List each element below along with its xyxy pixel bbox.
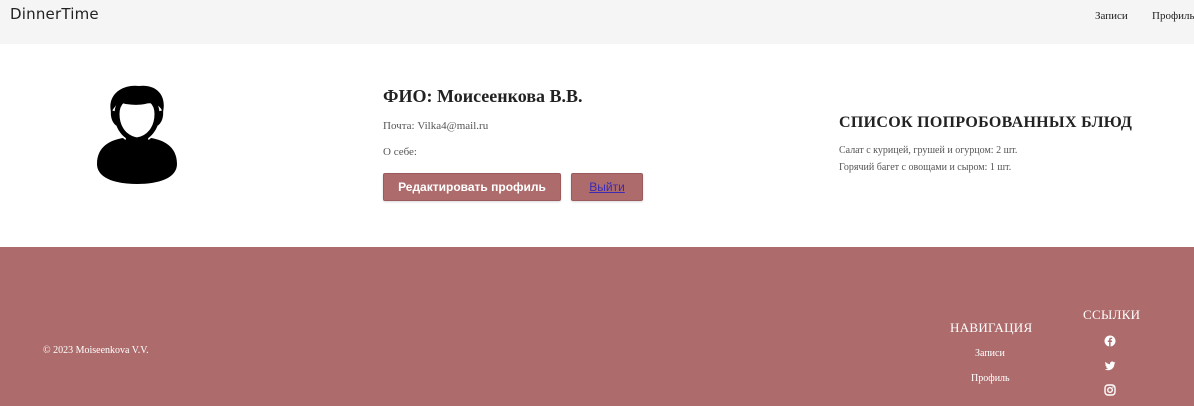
footer-links-title: ССЫЛКИ bbox=[1083, 307, 1141, 322]
profile-fio: ФИО: Моисеенкова В.В. bbox=[383, 86, 583, 106]
copyright: © 2023 Moiseenkova V.V. bbox=[43, 345, 149, 356]
logout-button[interactable]: Выйти bbox=[571, 173, 643, 201]
edit-profile-button[interactable]: Редактировать профиль bbox=[383, 173, 561, 201]
footer-link-records[interactable]: Записи bbox=[975, 348, 1005, 359]
tried-dish-item: Салат с курицей, грушей и огурцом: 2 шт. bbox=[839, 145, 1018, 156]
navbar: DinnerTime Записи Профиль bbox=[0, 0, 1194, 44]
nav-link-profile[interactable]: Профиль bbox=[1152, 10, 1194, 22]
twitter-icon[interactable] bbox=[1104, 360, 1116, 372]
tried-dish-item: Горячий багет с овощами и сыром: 1 шт. bbox=[839, 162, 1012, 173]
logout-link[interactable]: Выйти bbox=[589, 180, 625, 194]
profile-about: О себе: bbox=[383, 146, 417, 158]
profile-info: ФИО: Моисеенкова В.В. bbox=[383, 86, 583, 107]
footer-link-profile[interactable]: Профиль bbox=[971, 373, 1010, 384]
footer-nav-title: НАВИГАЦИЯ bbox=[950, 320, 1033, 335]
footer: © 2023 Moiseenkova V.V. НАВИГАЦИЯ Записи… bbox=[0, 247, 1194, 406]
profile-email: Почта: Vilka4@mail.ru bbox=[383, 120, 489, 132]
facebook-icon[interactable] bbox=[1104, 335, 1116, 347]
avatar-icon bbox=[97, 85, 177, 184]
instagram-icon[interactable] bbox=[1104, 384, 1116, 396]
brand-logo[interactable]: DinnerTime bbox=[10, 5, 99, 23]
tried-dishes-title: СПИСОК ПОПРОБОВАННЫХ БЛЮД bbox=[839, 114, 1133, 131]
nav-link-records[interactable]: Записи bbox=[1095, 10, 1128, 22]
